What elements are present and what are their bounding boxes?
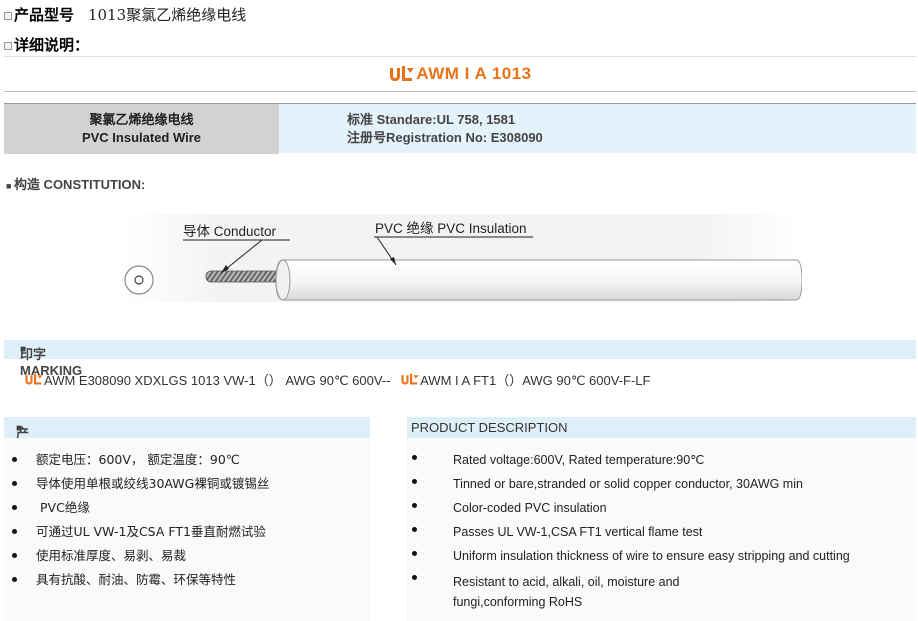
marking-part1: AWM E308090 XDXLGS 1013 VW-1（） AWG 90℃ 6… xyxy=(44,373,391,388)
list-item: Color-coded PVC insulation xyxy=(412,500,850,524)
list-item: 可通过UL VW-1及CSA FT1垂直耐燃试验 xyxy=(12,524,269,548)
list-item: 使用标准厚度、易剥、易裁 xyxy=(12,548,269,572)
list-item: 额定电压：600V， 额定温度：90℃ xyxy=(12,452,269,476)
insulation-label: PVC 绝缘 PVC Insulation xyxy=(375,221,527,236)
bullet-image-icon xyxy=(4,41,12,50)
ul-logo-icon xyxy=(25,373,43,385)
wire-construction-diagram: 导体 Conductor PVC 绝缘 PVC Insulation xyxy=(120,214,802,302)
product-name-en: PVC Insulated Wire xyxy=(81,130,202,145)
awm-banner: AWM I A 1013 xyxy=(4,56,916,92)
list-item: Tinned or bare,stranded or solid copper … xyxy=(412,476,850,500)
construction-heading: ■ 构造 CONSTITUTION: xyxy=(6,174,145,193)
standard-box: 标准 Standare:UL 758, 1581 注册号Registration… xyxy=(279,103,916,153)
cross-section-icon xyxy=(124,265,154,295)
standard-text: 标准 Standare:UL 758, 1581 xyxy=(347,111,516,127)
description-en-label: PRODUCT DESCRIPTION xyxy=(411,420,568,435)
list-item: Passes UL VW-1,CSA FT1 vertical flame te… xyxy=(412,524,850,548)
conductor-label: 导体 Conductor xyxy=(183,224,277,239)
list-item: 具有抗酸、耐油、防霉、环保等特性 xyxy=(12,572,269,596)
product-name-box: 聚氯乙烯绝缘电线 PVC Insulated Wire xyxy=(4,103,279,154)
list-item: PVC绝缘 xyxy=(12,500,269,524)
marking-bar: ■ 印字 MARKING xyxy=(4,340,916,378)
model-label: 产品型号 xyxy=(14,6,75,24)
list-item: Resistant to acid, alkali, oil, moisture… xyxy=(412,572,713,612)
square-bullet-icon: ■ xyxy=(6,181,14,191)
detail-heading: 详细说明： xyxy=(4,34,89,55)
construction-label: 构造 CONSTITUTION: xyxy=(13,177,146,192)
description-cn-list: 额定电压：600V， 额定温度：90℃ 导体使用单根或绞线30AWG裸铜或镀锡丝… xyxy=(12,452,269,596)
detail-label: 详细说明： xyxy=(14,36,90,54)
marking-part2: AWM I A FT1（）AWG 90℃ 600V-F-LF xyxy=(420,373,651,388)
product-model-row: 产品型号 1013聚氯乙烯绝缘电线 xyxy=(4,4,246,25)
insulation-end xyxy=(275,259,291,301)
ul-logo-icon xyxy=(401,373,419,385)
marking-text: AWM E308090 XDXLGS 1013 VW-1（） AWG 90℃ 6… xyxy=(24,370,650,389)
description-cn-bar: ■ 产品说明 xyxy=(4,417,370,498)
list-item: 导体使用单根或绞线30AWG裸铜或镀锡丝 xyxy=(12,476,269,500)
bullet-image-icon xyxy=(4,11,12,20)
registration-text: 注册号Registration No: E308090 xyxy=(347,129,543,145)
description-en-bar: PRODUCT DESCRIPTION xyxy=(407,417,916,438)
insulation-shape xyxy=(275,259,802,301)
description-en-list: Rated voltage:600V, Rated temperature:90… xyxy=(412,452,850,612)
product-name-cn: 聚氯乙烯绝缘电线 xyxy=(89,112,194,127)
model-value: 1013聚氯乙烯绝缘电线 xyxy=(88,6,247,24)
banner-title: AWM I A 1013 xyxy=(416,64,532,83)
list-item: Uniform insulation thickness of wire to … xyxy=(412,548,850,572)
ul-logo-icon xyxy=(390,66,415,81)
list-item: Rated voltage:600V, Rated temperature:90… xyxy=(412,452,850,476)
conductor-shape xyxy=(205,270,287,283)
